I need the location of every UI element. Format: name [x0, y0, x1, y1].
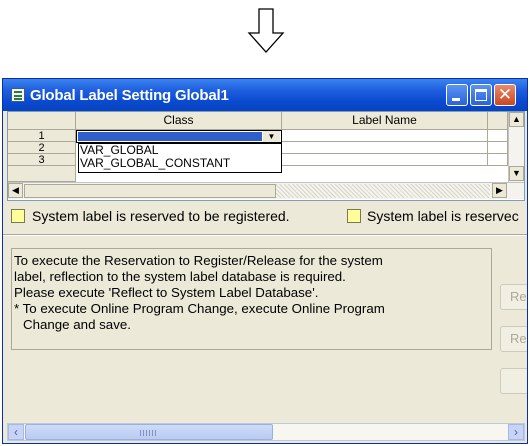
label-name-cell[interactable]: [282, 142, 488, 154]
grip-icon: [140, 430, 156, 436]
row-header[interactable]: 3: [8, 154, 76, 166]
maximize-button[interactable]: [470, 84, 492, 106]
grid-cell[interactable]: [488, 154, 508, 166]
scroll-thumb[interactable]: [24, 184, 276, 198]
close-button[interactable]: ✕: [494, 84, 516, 106]
maximize-icon: [475, 89, 487, 101]
dropdown-option[interactable]: VAR_GLOBAL_CONSTANT: [79, 157, 281, 170]
legend-text: System label is reservec: [367, 208, 519, 224]
minimize-button[interactable]: [446, 84, 468, 106]
message-line: To execute the Reservation to Register/R…: [14, 253, 383, 268]
column-header-label-name[interactable]: Label Name: [282, 112, 488, 130]
message-line: label, reflection to the system label da…: [14, 269, 346, 284]
scroll-up-icon[interactable]: ▲: [509, 112, 524, 127]
reflect-button[interactable]: [500, 368, 527, 394]
window-title: Global Label Setting Global1: [30, 87, 229, 104]
separator: [3, 234, 527, 236]
message-line: Change and save.: [23, 317, 131, 332]
scroll-down-icon[interactable]: ▼: [509, 166, 524, 181]
message-line: Please execute 'Reflect to System Label …: [14, 285, 319, 300]
legend-swatch: [11, 209, 25, 223]
column-header-more: [488, 112, 508, 130]
global-label-setting-window: Global Label Setting Global1 ✕ Class Lab…: [2, 78, 528, 444]
row-header[interactable]: 2: [8, 142, 76, 154]
info-message-box: To execute the Reservation to Register/R…: [11, 248, 492, 350]
grid-cell[interactable]: [488, 142, 508, 154]
row-header: [8, 166, 76, 182]
grid-corner-header: [8, 112, 76, 130]
label-name-cell[interactable]: [282, 154, 488, 166]
scroll-track: [276, 184, 490, 198]
column-header-class[interactable]: Class: [76, 112, 282, 130]
minimize-icon: [452, 98, 460, 101]
scroll-right-icon[interactable]: ›: [508, 424, 524, 440]
scroll-thumb[interactable]: [25, 424, 273, 440]
class-combo-cell[interactable]: ▼: [76, 130, 282, 143]
vertical-scrollbar[interactable]: ▲ ▼: [508, 112, 524, 182]
row-header[interactable]: 1: [8, 130, 76, 142]
selected-highlight: [78, 132, 262, 141]
message-line: * To execute Online Program Change, exec…: [14, 301, 385, 316]
scroll-right-icon[interactable]: ▶: [492, 183, 507, 198]
scroll-left-icon[interactable]: ◀: [8, 183, 23, 198]
close-icon: ✕: [497, 85, 513, 105]
chevron-down-icon[interactable]: ▼: [263, 131, 280, 142]
grid-cell[interactable]: [488, 130, 508, 142]
legend-text: System label is reserved to be registere…: [32, 208, 290, 224]
legend-swatch: [347, 209, 361, 223]
app-icon: [11, 88, 25, 102]
scroll-left-icon[interactable]: ‹: [8, 424, 24, 440]
window-horizontal-scrollbar[interactable]: ‹ ›: [7, 423, 525, 441]
legend-row: System label is reserved to be registere…: [3, 205, 527, 227]
grid-horizontal-scrollbar[interactable]: ◀ ▶: [8, 182, 524, 199]
label-grid[interactable]: Class Label Name 1 2 3 ▼ VAR_GLOBAL VAR_…: [7, 111, 525, 201]
down-arrow-icon: [247, 8, 285, 53]
title-bar[interactable]: Global Label Setting Global1 ✕: [3, 79, 527, 111]
release-button[interactable]: Re: [500, 326, 527, 352]
label-name-cell[interactable]: [282, 130, 488, 142]
reserve-button[interactable]: Re: [500, 284, 527, 310]
class-dropdown-list[interactable]: VAR_GLOBAL VAR_GLOBAL_CONSTANT: [78, 143, 282, 173]
